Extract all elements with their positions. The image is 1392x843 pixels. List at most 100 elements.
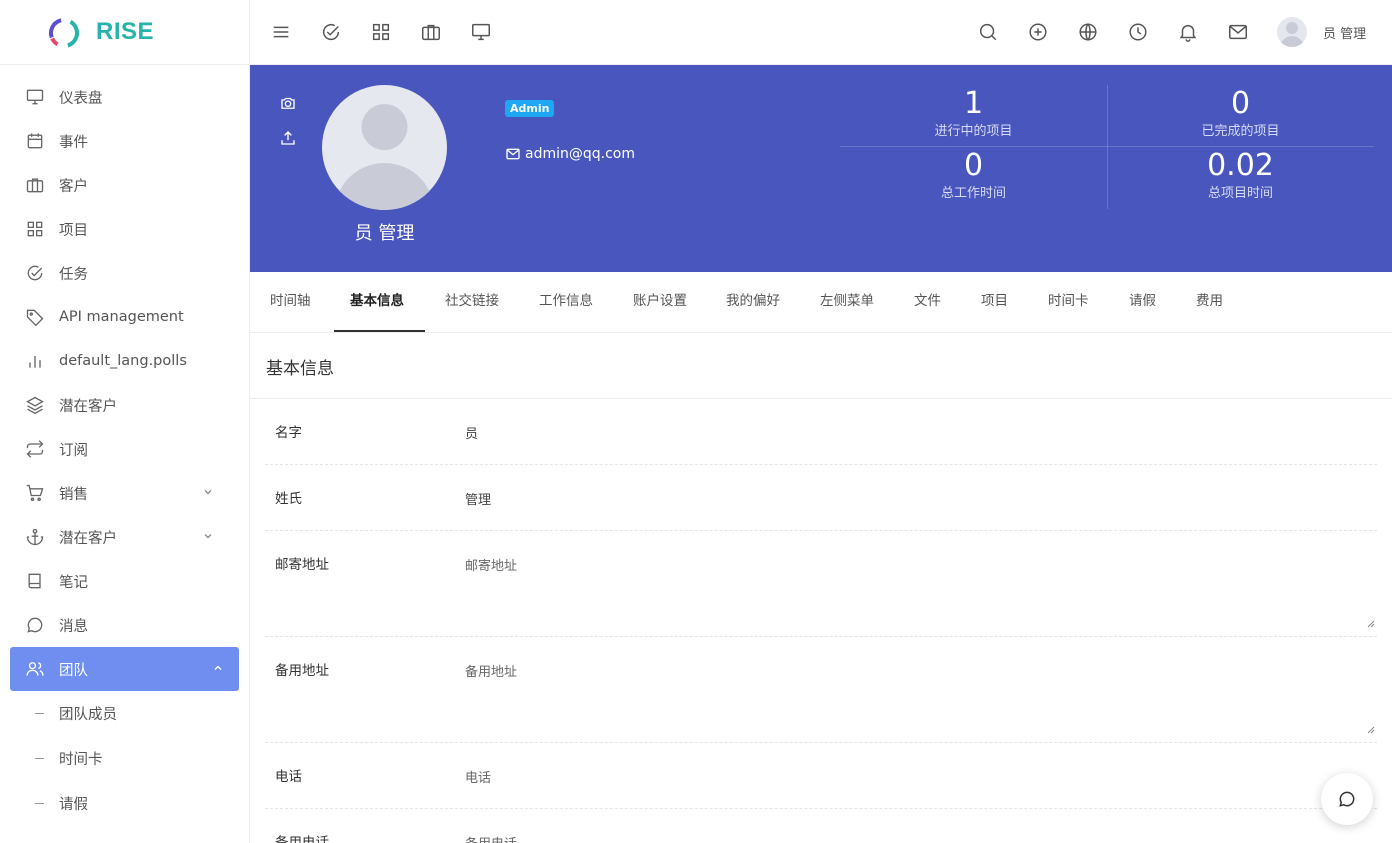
tab-general-info[interactable]: 基本信息 <box>350 272 404 332</box>
briefcase-icon[interactable] <box>420 21 442 43</box>
topbar-user-name[interactable]: 员 管理 <box>1323 23 1366 42</box>
tab-social-links[interactable]: 社交链接 <box>445 272 499 332</box>
tab-files[interactable]: 文件 <box>914 272 941 332</box>
tab-expenses[interactable]: 费用 <box>1196 272 1223 332</box>
bell-icon[interactable] <box>1177 21 1199 43</box>
plus-circle-icon[interactable] <box>1027 21 1049 43</box>
sidebar-item-label: 项目 <box>59 222 88 239</box>
resize-handle-icon[interactable] <box>1365 618 1375 628</box>
sidebar-item-leads[interactable]: 潜在客户 <box>0 383 239 427</box>
stats-divider <box>1107 85 1108 209</box>
sidebar-subitem-team-members[interactable]: 团队成员 <box>0 691 249 736</box>
tab-my-preferences[interactable]: 我的偏好 <box>726 272 780 332</box>
profile-email[interactable]: admin@qq.com <box>505 146 635 162</box>
check-circle-icon <box>27 265 43 281</box>
sidebar-nav: 仪表盘 事件 客户 项目 任务 API management default_l… <box>0 65 249 826</box>
sidebar-subitem-label: 团队成员 <box>59 707 117 723</box>
profile-tabs: 时间轴 基本信息 社交链接 工作信息 账户设置 我的偏好 左侧菜单 文件 项目 … <box>250 272 1392 333</box>
sidebar-item-team[interactable]: 团队 <box>10 647 239 691</box>
chat-button[interactable] <box>1321 773 1373 825</box>
topbar: 员 管理 <box>250 0 1392 65</box>
sidebar-item-label: default_lang.polls <box>59 353 187 369</box>
alternative-address-textarea[interactable]: 备用地址 <box>465 661 517 680</box>
field-label: 备用地址 <box>275 663 329 679</box>
sidebar-item-subscriptions[interactable]: 订阅 <box>0 427 239 471</box>
sidebar-subitem-label: 时间卡 <box>59 752 103 768</box>
brand-name: RISE <box>96 18 155 45</box>
stat-label: 进行中的项目 <box>934 124 1013 139</box>
tag-icon <box>26 309 44 327</box>
clock-icon[interactable] <box>1127 21 1149 43</box>
sidebar-item-events[interactable]: 事件 <box>0 119 239 163</box>
first-name-input[interactable]: 员 <box>465 423 478 442</box>
rise-logo-icon <box>49 18 79 48</box>
sidebar-item-label: 仪表盘 <box>59 90 103 107</box>
sidebar-item-dashboard[interactable]: 仪表盘 <box>0 75 239 119</box>
sidebar-item-sales[interactable]: 销售 <box>0 471 239 515</box>
sidebar-item-api-management[interactable]: API management <box>0 295 239 339</box>
stat-value: 0 <box>1230 86 1251 121</box>
grid-icon[interactable] <box>370 21 392 43</box>
sidebar-item-prospects[interactable]: 潜在客户 <box>0 515 239 559</box>
stat-value: 1 <box>963 86 984 121</box>
mailing-address-textarea[interactable]: 邮寄地址 <box>465 555 517 574</box>
chevron-down-icon <box>204 534 212 539</box>
form-row-phone: 电话 电话 <box>265 743 1377 809</box>
menu-icon[interactable] <box>270 21 292 43</box>
sidebar-subitem-leave[interactable]: 请假 <box>0 781 249 826</box>
sidebar-item-tasks[interactable]: 任务 <box>0 251 239 295</box>
tab-projects[interactable]: 项目 <box>981 272 1008 332</box>
monitor-icon[interactable] <box>470 21 492 43</box>
book-icon <box>28 573 41 589</box>
bar-chart-icon <box>29 356 41 368</box>
check-circle-icon[interactable] <box>320 21 342 43</box>
sidebar-item-label: 事件 <box>59 134 88 151</box>
profile-email-text: admin@qq.com <box>525 146 635 162</box>
stat-total-work-hours: 0 总工作时间 <box>840 147 1107 209</box>
sidebar: RISE 仪表盘 事件 客户 项目 任务 API management defa… <box>0 0 250 843</box>
field-label: 邮寄地址 <box>275 557 329 573</box>
last-name-input[interactable]: 管理 <box>465 489 491 508</box>
sidebar-item-messages[interactable]: 消息 <box>0 603 239 647</box>
mail-icon[interactable] <box>1227 21 1249 43</box>
briefcase-icon <box>26 178 44 193</box>
stat-open-projects: 1 进行中的项目 <box>840 85 1107 147</box>
globe-icon[interactable] <box>1077 21 1099 43</box>
form-row-first-name: 名字 员 <box>265 399 1377 465</box>
sidebar-item-projects[interactable]: 项目 <box>0 207 239 251</box>
resize-handle-icon[interactable] <box>1365 724 1375 734</box>
profile-banner: 员 管理 Admin admin@qq.com 1 进行中的项目 0 已完成的项… <box>250 65 1392 272</box>
tab-left-menu[interactable]: 左侧菜单 <box>820 272 874 332</box>
phone-input[interactable]: 电话 <box>465 767 491 786</box>
sidebar-item-clients[interactable]: 客户 <box>0 163 239 207</box>
stat-value: 0 <box>963 148 984 183</box>
brand[interactable]: RISE <box>0 0 249 65</box>
upload-icon[interactable] <box>279 129 297 147</box>
form-row-alternative-address: 备用地址 备用地址 <box>265 637 1377 743</box>
role-badge: Admin <box>505 100 555 117</box>
field-label: 姓氏 <box>275 491 302 507</box>
sidebar-item-label: 消息 <box>59 618 88 635</box>
sidebar-item-label: 订阅 <box>59 442 88 459</box>
sidebar-item-notes[interactable]: 笔记 <box>0 559 239 603</box>
sidebar-item-polls[interactable]: default_lang.polls <box>0 339 239 383</box>
dash-icon <box>35 713 44 714</box>
user-silhouette-icon <box>334 104 435 210</box>
avatar[interactable] <box>1277 17 1307 47</box>
alternative-phone-input[interactable]: 备用电话 <box>465 833 517 843</box>
sidebar-subitem-timecards[interactable]: 时间卡 <box>0 736 249 781</box>
tab-account-settings[interactable]: 账户设置 <box>633 272 687 332</box>
user-silhouette-icon <box>1280 22 1304 47</box>
anchor-icon <box>26 528 44 546</box>
cart-icon <box>26 484 44 502</box>
sidebar-item-label: 笔记 <box>59 574 88 591</box>
search-icon[interactable] <box>977 21 999 43</box>
monitor-icon <box>26 89 44 105</box>
tab-leave[interactable]: 请假 <box>1129 272 1156 332</box>
tab-timecards[interactable]: 时间卡 <box>1048 272 1089 332</box>
dash-icon <box>35 758 44 759</box>
tab-timeline[interactable]: 时间轴 <box>270 272 311 332</box>
tab-job-info[interactable]: 工作信息 <box>539 272 593 332</box>
camera-icon[interactable] <box>279 94 297 112</box>
active-tab-indicator <box>334 330 425 332</box>
